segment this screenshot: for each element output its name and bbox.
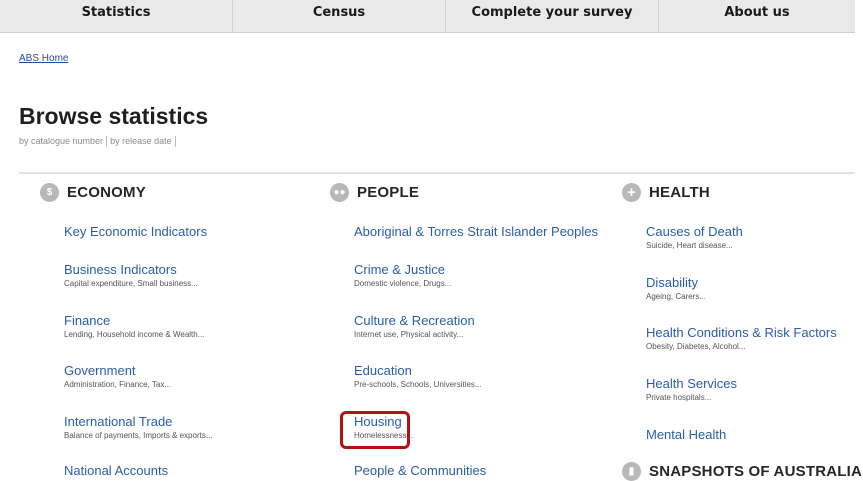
health-column: + HEALTH: [622, 177, 710, 207]
separator: [174, 136, 176, 148]
list-item[interactable]: Education Pre-schools, Schools, Universi…: [354, 363, 482, 390]
list-item[interactable]: Business Indicators Capital expenditure,…: [64, 262, 198, 289]
money-bag-icon: $: [40, 182, 59, 202]
item-title[interactable]: Causes of Death: [646, 224, 743, 239]
by-release-date-link[interactable]: by release date: [110, 136, 175, 146]
item-desc: Obesity, Diabetes, Alcohol...: [646, 342, 746, 351]
item-title[interactable]: Crime & Justice: [354, 262, 451, 277]
people-icon: ●●: [330, 182, 349, 202]
item-title[interactable]: Finance: [64, 313, 204, 328]
economy-title: ECONOMY: [67, 183, 146, 201]
item-desc: Balance of payments, Imports & exports..…: [64, 431, 213, 440]
top-nav: Statistics Census Complete your survey A…: [0, 0, 855, 33]
list-item[interactable]: Culture & Recreation Internet use, Physi…: [354, 313, 475, 340]
list-item[interactable]: Mental Health: [646, 427, 726, 442]
people-title: PEOPLE: [357, 183, 420, 201]
page-title: Browse statistics: [19, 103, 209, 129]
item-title[interactable]: Government: [64, 363, 171, 378]
separator: [106, 136, 108, 148]
snapshots-header: ▮ SNAPSHOTS OF AUSTRALIA: [622, 462, 862, 481]
item-desc: Pre-schools, Schools, Universities...: [354, 380, 482, 389]
item-title[interactable]: Culture & Recreation: [354, 313, 475, 328]
list-item[interactable]: Crime & Justice Domestic violence, Drugs…: [354, 262, 451, 289]
health-header: + HEALTH: [622, 177, 710, 207]
highlight-box: [340, 411, 410, 449]
by-catalogue-link[interactable]: by catalogue number: [19, 136, 106, 146]
list-item[interactable]: Aboriginal & Torres Strait Islander Peop…: [354, 224, 598, 239]
item-title[interactable]: International Trade: [64, 414, 213, 429]
item-desc: Lending, Household income & Wealth...: [64, 330, 205, 339]
health-title: HEALTH: [649, 183, 710, 201]
nav-statistics[interactable]: Statistics: [0, 0, 233, 32]
people-column: ●● PEOPLE: [330, 177, 419, 207]
list-item[interactable]: Health Conditions & Risk Factors Obesity…: [646, 325, 837, 352]
item-title[interactable]: Health Conditions & Risk Factors: [646, 325, 837, 340]
people-header: ●● PEOPLE: [330, 177, 419, 207]
item-title[interactable]: Business Indicators: [64, 262, 198, 277]
item-title[interactable]: Education: [354, 363, 482, 378]
list-item[interactable]: Key Economic Indicators: [64, 224, 207, 239]
list-item[interactable]: Causes of Death Suicide, Heart disease..…: [646, 224, 743, 251]
item-desc: Private hospitals...: [646, 393, 712, 402]
item-title[interactable]: Key Economic Indicators: [64, 224, 207, 239]
list-item[interactable]: National Accounts: [64, 463, 168, 478]
item-title[interactable]: People & Communities: [354, 463, 486, 478]
list-item[interactable]: International Trade Balance of payments,…: [64, 414, 213, 441]
item-desc: Administration, Finance, Tax...: [64, 380, 172, 389]
nav-census[interactable]: Census: [233, 0, 446, 32]
list-item[interactable]: Health Services Private hospitals...: [646, 376, 737, 403]
item-desc: Capital expenditure, Small business...: [64, 279, 198, 288]
economy-column: $ ECONOMY: [40, 177, 146, 207]
list-item[interactable]: Finance Lending, Household income & Weal…: [64, 313, 204, 340]
nav-about-us[interactable]: About us: [659, 0, 855, 32]
divider: [19, 172, 855, 174]
economy-header: $ ECONOMY: [40, 177, 146, 207]
nav-complete-survey[interactable]: Complete your survey: [446, 0, 659, 32]
snapshots-title: SNAPSHOTS OF AUSTRALIA: [649, 463, 863, 480]
item-desc: Internet use, Physical activity...: [354, 330, 464, 339]
item-title[interactable]: Mental Health: [646, 427, 726, 442]
breadcrumb-abs-home[interactable]: ABS Home: [19, 53, 68, 64]
item-desc: Suicide, Heart disease...: [646, 241, 733, 250]
item-title[interactable]: National Accounts: [64, 463, 168, 478]
plus-cross-icon: +: [622, 182, 641, 202]
browse-options: by catalogue number by release date: [19, 136, 179, 148]
item-title[interactable]: Health Services: [646, 376, 737, 391]
item-desc: Ageing, Carers...: [646, 292, 707, 301]
list-item[interactable]: Disability Ageing, Carers...: [646, 275, 706, 302]
item-title[interactable]: Disability: [646, 275, 706, 290]
item-desc: Domestic violence, Drugs...: [354, 279, 452, 288]
list-item[interactable]: People & Communities: [354, 463, 486, 478]
item-title[interactable]: Aboriginal & Torres Strait Islander Peop…: [354, 224, 598, 239]
list-item[interactable]: Government Administration, Finance, Tax.…: [64, 363, 171, 390]
chart-icon: ▮: [622, 462, 641, 481]
